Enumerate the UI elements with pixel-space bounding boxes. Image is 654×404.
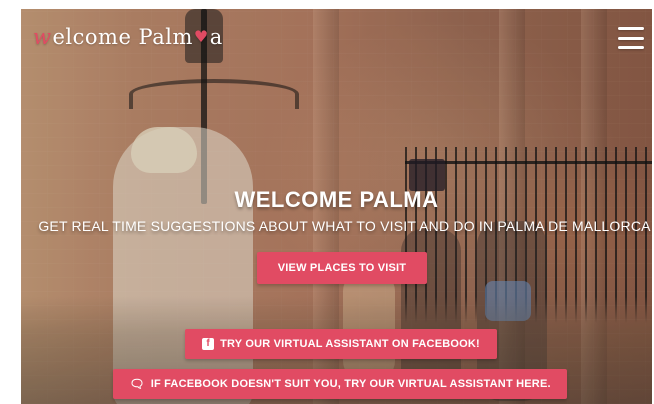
logo-text: elcome Palm xyxy=(52,25,193,49)
web-assistant-button[interactable]: 🗨 IF FACEBOOK DOESN'T SUIT YOU, TRY OUR … xyxy=(113,369,567,399)
chat-icon: 🗨 xyxy=(129,377,145,391)
facebook-assistant-button[interactable]: f TRY OUR VIRTUAL ASSISTANT ON FACEBOOK! xyxy=(185,329,497,359)
logo-letter-a: a xyxy=(209,25,223,49)
view-places-label: VIEW PLACES TO VISIT xyxy=(277,262,407,274)
web-assistant-label: IF FACEBOOK DOESN'T SUIT YOU, TRY OUR VI… xyxy=(150,378,551,390)
hero-subtitle: GET REAL TIME SUGGESTIONS ABOUT WHAT TO … xyxy=(38,218,651,234)
hamburger-menu-button[interactable] xyxy=(618,27,644,49)
hamburger-line-3 xyxy=(618,46,644,49)
logo-letter-w: w xyxy=(33,25,52,49)
facebook-icon: f xyxy=(202,338,215,350)
hamburger-line-1 xyxy=(618,27,644,30)
site-logo[interactable]: w elcome Palm ♥ a xyxy=(33,21,223,53)
hamburger-line-2 xyxy=(618,36,644,40)
view-places-button[interactable]: VIEW PLACES TO VISIT xyxy=(257,252,427,284)
heart-icon: ♥ xyxy=(193,26,209,46)
hero-title: WELCOME PALMA xyxy=(234,187,439,212)
hero-frame: w elcome Palm ♥ a WELCOME PALMA GET REAL… xyxy=(21,9,652,404)
facebook-assistant-label: TRY OUR VIRTUAL ASSISTANT ON FACEBOOK! xyxy=(220,338,480,350)
